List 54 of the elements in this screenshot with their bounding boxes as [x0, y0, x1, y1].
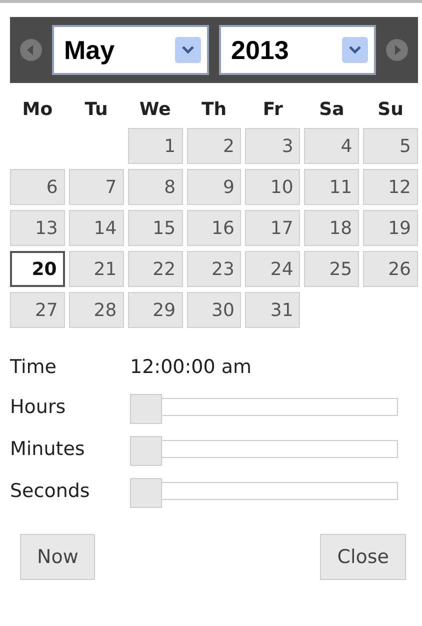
weekday-label: Mo: [21, 99, 54, 120]
year-select[interactable]: 2013: [219, 25, 376, 75]
weekday-label: Sa: [318, 99, 346, 120]
day-cell[interactable]: 29: [128, 292, 183, 328]
slider-thumb[interactable]: [130, 478, 162, 508]
now-button[interactable]: Now: [20, 534, 96, 580]
close-button[interactable]: Close: [320, 534, 406, 580]
day-cell[interactable]: 21: [68, 251, 124, 287]
previous-icon[interactable]: [20, 39, 42, 61]
day-cell[interactable]: 20: [10, 251, 65, 287]
day-cell[interactable]: 31: [245, 292, 300, 328]
weekday-label: Th: [200, 99, 228, 120]
dropdown-caret-icon: [175, 37, 201, 63]
day-cell[interactable]: 13: [10, 210, 65, 246]
day-cell[interactable]: 28: [68, 292, 124, 328]
slider-label: Hours: [10, 396, 67, 418]
day-cell[interactable]: 23: [186, 251, 242, 287]
day-cell[interactable]: 12: [363, 169, 418, 205]
time-label: Time: [10, 356, 58, 378]
day-cell[interactable]: 25: [304, 251, 360, 287]
day-cell[interactable]: 7: [68, 169, 124, 205]
day-cell[interactable]: 18: [304, 210, 360, 246]
next-icon[interactable]: [386, 39, 408, 61]
day-cell[interactable]: 26: [363, 251, 418, 287]
slider-label: Minutes: [10, 438, 86, 460]
day-cell[interactable]: 30: [186, 292, 242, 328]
day-cell[interactable]: 10: [245, 169, 300, 205]
day-cell[interactable]: 22: [128, 251, 183, 287]
day-cell[interactable]: 4: [304, 128, 360, 164]
day-cell[interactable]: 2: [186, 128, 242, 164]
day-cell[interactable]: 27: [10, 292, 65, 328]
day-cell[interactable]: 3: [245, 128, 300, 164]
day-cell[interactable]: 14: [68, 210, 124, 246]
day-cell[interactable]: 1: [128, 128, 183, 164]
month-select[interactable]: May: [52, 25, 209, 75]
day-cell[interactable]: 5: [363, 128, 418, 164]
time-value: 12:00:00 am: [130, 356, 252, 378]
weekday-label: Fr: [262, 99, 284, 120]
day-cell[interactable]: 9: [186, 169, 242, 205]
weekday-label: Su: [376, 99, 404, 120]
day-cell[interactable]: 6: [10, 169, 65, 205]
day-cell[interactable]: 24: [245, 251, 300, 287]
day-cell[interactable]: 11: [304, 169, 360, 205]
day-cell[interactable]: 8: [128, 169, 183, 205]
weekday-label: Tu: [84, 99, 109, 120]
slider-label: Seconds: [10, 480, 91, 502]
day-cell[interactable]: 19: [363, 210, 418, 246]
dropdown-caret-icon: [342, 37, 368, 63]
day-cell[interactable]: 15: [128, 210, 183, 246]
day-cell[interactable]: 16: [186, 210, 242, 246]
day-cell[interactable]: 17: [245, 210, 300, 246]
weekday-label: We: [138, 99, 172, 120]
slider-thumb[interactable]: [130, 394, 162, 424]
slider-thumb[interactable]: [130, 436, 162, 466]
